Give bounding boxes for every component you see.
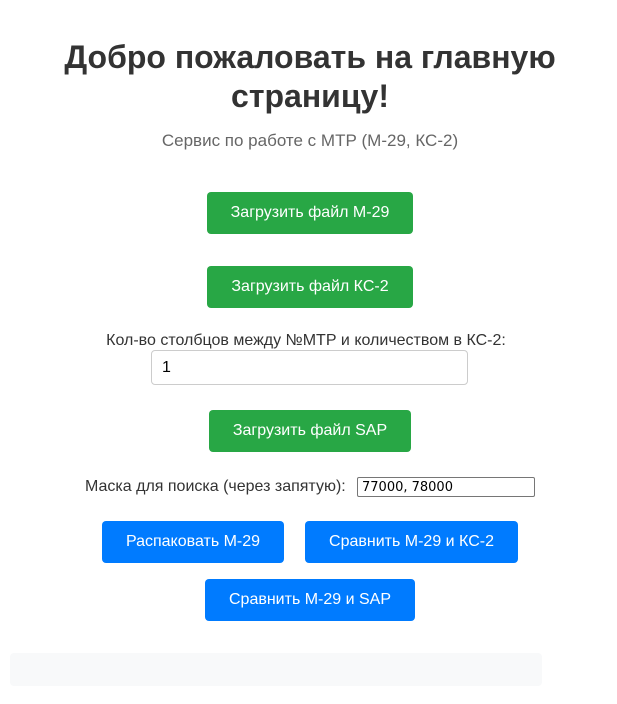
page-subtitle: Сервис по работе с МТР (М-29, КС-2) xyxy=(161,131,459,150)
upload-ks2-button[interactable]: Загрузить файл КС-2 xyxy=(207,266,413,308)
compare-m29-ks2-button[interactable]: Сравнить М-29 и КС-2 xyxy=(305,521,518,563)
main-page: Добро пожаловать на главную страницу! Се… xyxy=(0,0,617,704)
result-panel xyxy=(10,653,542,686)
columns-count-label: Кол-во столбцов между №МТР и количеством… xyxy=(106,332,506,349)
columns-count-input[interactable] xyxy=(151,350,468,385)
compare-m29-sap-button[interactable]: Сравнить М-29 и SAP xyxy=(205,579,415,621)
upload-m29-button[interactable]: Загрузить файл М-29 xyxy=(207,192,413,234)
unpack-m29-button[interactable]: Распаковать М-29 xyxy=(102,521,284,563)
page-title: Добро пожаловать на главную страницу! xyxy=(64,39,556,114)
search-mask-input[interactable] xyxy=(357,477,535,497)
upload-sap-button[interactable]: Загрузить файл SAP xyxy=(209,410,411,452)
search-mask-label: Маска для поиска (через запятую): xyxy=(85,478,346,495)
